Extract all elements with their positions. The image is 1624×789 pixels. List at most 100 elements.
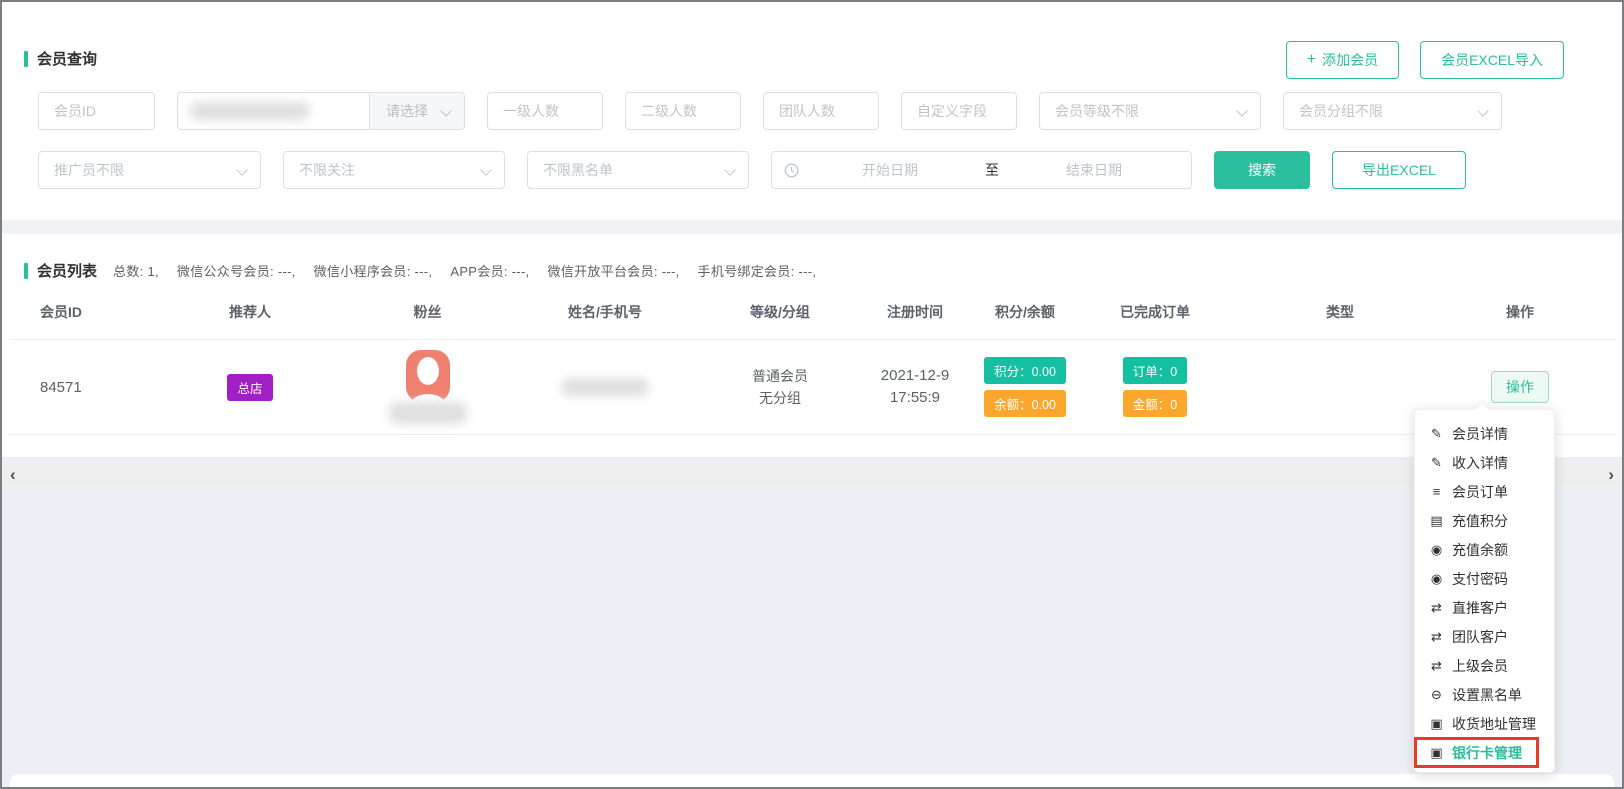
menu-item[interactable]: ◉ 支付密码 (1415, 564, 1554, 593)
clock-icon (784, 163, 799, 178)
column-header: 积分/余额 (965, 298, 1085, 326)
redacted-nickname (389, 402, 467, 424)
scroll-right-icon[interactable]: › (1608, 466, 1614, 483)
search-button[interactable]: 搜索 (1214, 151, 1310, 189)
chevron-down-icon (1236, 105, 1247, 116)
page-background (2, 457, 1622, 787)
register-date-range[interactable]: 开始日期 至 结束日期 (771, 151, 1192, 189)
redacted-keyword (190, 102, 310, 120)
level2-field-wrap (625, 92, 741, 130)
column-header: 等级/分组 (695, 298, 865, 326)
member-level: 普通会员 (752, 365, 808, 387)
stat-item: 微信开放平台会员: ---, (548, 261, 680, 280)
member-list-panel: 会员列表 总数: 1, 微信公众号会员: ---, 微信小程序会员: ---, … (10, 234, 1614, 457)
team-count-input[interactable] (764, 93, 878, 129)
query-panel-title: 会员查询 (24, 48, 97, 69)
points-badge: 积分：0.00 (984, 357, 1066, 384)
column-header: 粉丝 (340, 298, 515, 326)
keyword-combo: 请选择 (177, 92, 465, 130)
member-query-panel: 会员查询 添加会员 会员EXCEL导入 请选择 (10, 8, 1614, 220)
register-time: 17:55:9 (881, 387, 949, 409)
filter-row-2: 推广员不限 不限关注 不限黑名单 开始日期 至 结束日期 搜索 (38, 151, 1466, 189)
list-panel-header: 会员列表 总数: 1, 微信公众号会员: ---, 微信小程序会员: ---, … (24, 260, 816, 281)
filter-row-1: 请选择 会员等级不限 会员分组不限 (38, 92, 1502, 130)
orders-badge: 订单：0 (1123, 357, 1187, 384)
panel-gap (2, 220, 1622, 234)
list-panel-title-text: 会员列表 (37, 260, 97, 281)
level2-count-input[interactable] (626, 93, 740, 129)
member-group-select[interactable]: 会员分组不限 (1283, 92, 1502, 130)
export-excel-button[interactable]: 导出EXCEL (1332, 151, 1466, 189)
end-date-input[interactable]: 结束日期 (1009, 160, 1179, 180)
excel-import-button[interactable]: 会员EXCEL导入 (1420, 41, 1564, 79)
custom-field-input[interactable] (902, 93, 1016, 129)
column-header: 类型 (1225, 298, 1455, 326)
date-separator: 至 (981, 160, 1003, 180)
menu-item[interactable]: ✎ 会员详情 (1415, 419, 1554, 448)
keyword-input[interactable] (177, 92, 369, 130)
stat-item: 总数: 1, (113, 261, 159, 280)
truck-icon: ▣ (1428, 745, 1445, 761)
cell-level-group: 普通会员 无分组 (695, 340, 865, 434)
menu-item[interactable]: ▣ 银行卡管理 (1415, 738, 1538, 767)
menu-item[interactable]: ⇄ 直推客户 (1415, 593, 1554, 622)
menu-item[interactable]: ▤ 充值积分 (1415, 506, 1554, 535)
column-header: 推荐人 (160, 298, 340, 326)
column-header: 操作 (1455, 298, 1585, 326)
member-id-input[interactable] (39, 93, 154, 129)
scroll-left-icon[interactable]: ‹ (10, 466, 16, 483)
list-icon: ≡ (1428, 484, 1445, 499)
table-row: 84571 总店 普通会员 无分组 2021-12 (10, 339, 1614, 435)
column-header: 注册时间 (865, 298, 965, 326)
card-icon: ▤ (1428, 513, 1445, 529)
level1-count-input[interactable] (488, 93, 602, 129)
cell-points-balance: 积分：0.00 余额：0.00 (965, 340, 1085, 434)
section-accent-bar (24, 263, 28, 279)
add-member-button[interactable]: 添加会员 (1286, 41, 1399, 79)
transfer-icon: ⇄ (1428, 600, 1445, 616)
money-icon: ◉ (1428, 542, 1445, 558)
keyword-type-select[interactable]: 请选择 (369, 92, 465, 130)
chevron-down-icon (480, 164, 491, 175)
column-header: 会员ID (30, 298, 160, 326)
panel-actions: 添加会员 会员EXCEL导入 (1286, 41, 1564, 79)
blacklist-select[interactable]: 不限黑名单 (527, 151, 749, 189)
balance-badge: 余额：0.00 (984, 390, 1066, 417)
follow-select[interactable]: 不限关注 (283, 151, 505, 189)
amount-badge: 金额：0 (1123, 390, 1187, 417)
menu-item[interactable]: ◉ 充值余额 (1415, 535, 1554, 564)
avatar (406, 350, 450, 402)
chevron-down-icon (724, 164, 735, 175)
member-level-select[interactable]: 会员等级不限 (1039, 92, 1261, 130)
next-panel-edge (10, 774, 1614, 788)
edit-icon: ✎ (1428, 426, 1445, 442)
referrer-badge: 总店 (227, 374, 272, 401)
cell-completed-orders: 订单：0 金额：0 (1085, 340, 1225, 434)
member-stats: 总数: 1, 微信公众号会员: ---, 微信小程序会员: ---, APP会员… (113, 261, 816, 280)
start-date-input[interactable]: 开始日期 (805, 160, 975, 180)
menu-item[interactable]: ⇄ 上级会员 (1415, 651, 1554, 680)
member-id-field-wrap (38, 92, 155, 130)
menu-item[interactable]: ▣ 收货地址管理 (1415, 709, 1554, 738)
money-icon: ◉ (1428, 571, 1445, 587)
section-accent-bar (24, 51, 28, 67)
cell-fans (340, 340, 515, 434)
stat-item: 微信公众号会员: ---, (177, 261, 296, 280)
chevron-down-icon (236, 164, 247, 175)
horizontal-scrollbar[interactable]: ‹ › (2, 463, 1622, 486)
menu-item[interactable]: ⊖ 设置黑名单 (1415, 680, 1554, 709)
menu-item[interactable]: ✎ 收入详情 (1415, 448, 1554, 477)
register-date: 2021-12-9 (881, 365, 949, 387)
member-admin-page: 会员查询 添加会员 会员EXCEL导入 请选择 (0, 0, 1624, 789)
row-action-menu: ✎ 会员详情 ✎ 收入详情 ≡ 会员订单 ▤ 充值积分 ◉ 充值余额 (1414, 409, 1555, 773)
cell-member-id: 84571 (30, 340, 160, 434)
cell-name-phone (515, 340, 695, 434)
column-header: 姓名/手机号 (515, 298, 695, 326)
promoter-select[interactable]: 推广员不限 (38, 151, 261, 189)
plus-icon (1307, 51, 1316, 69)
member-group: 无分组 (752, 387, 808, 409)
row-action-button[interactable]: 操作 (1491, 371, 1549, 403)
menu-item[interactable]: ≡ 会员订单 (1415, 477, 1554, 506)
menu-item[interactable]: ⇄ 团队客户 (1415, 622, 1554, 651)
transfer-icon: ⇄ (1428, 658, 1445, 674)
